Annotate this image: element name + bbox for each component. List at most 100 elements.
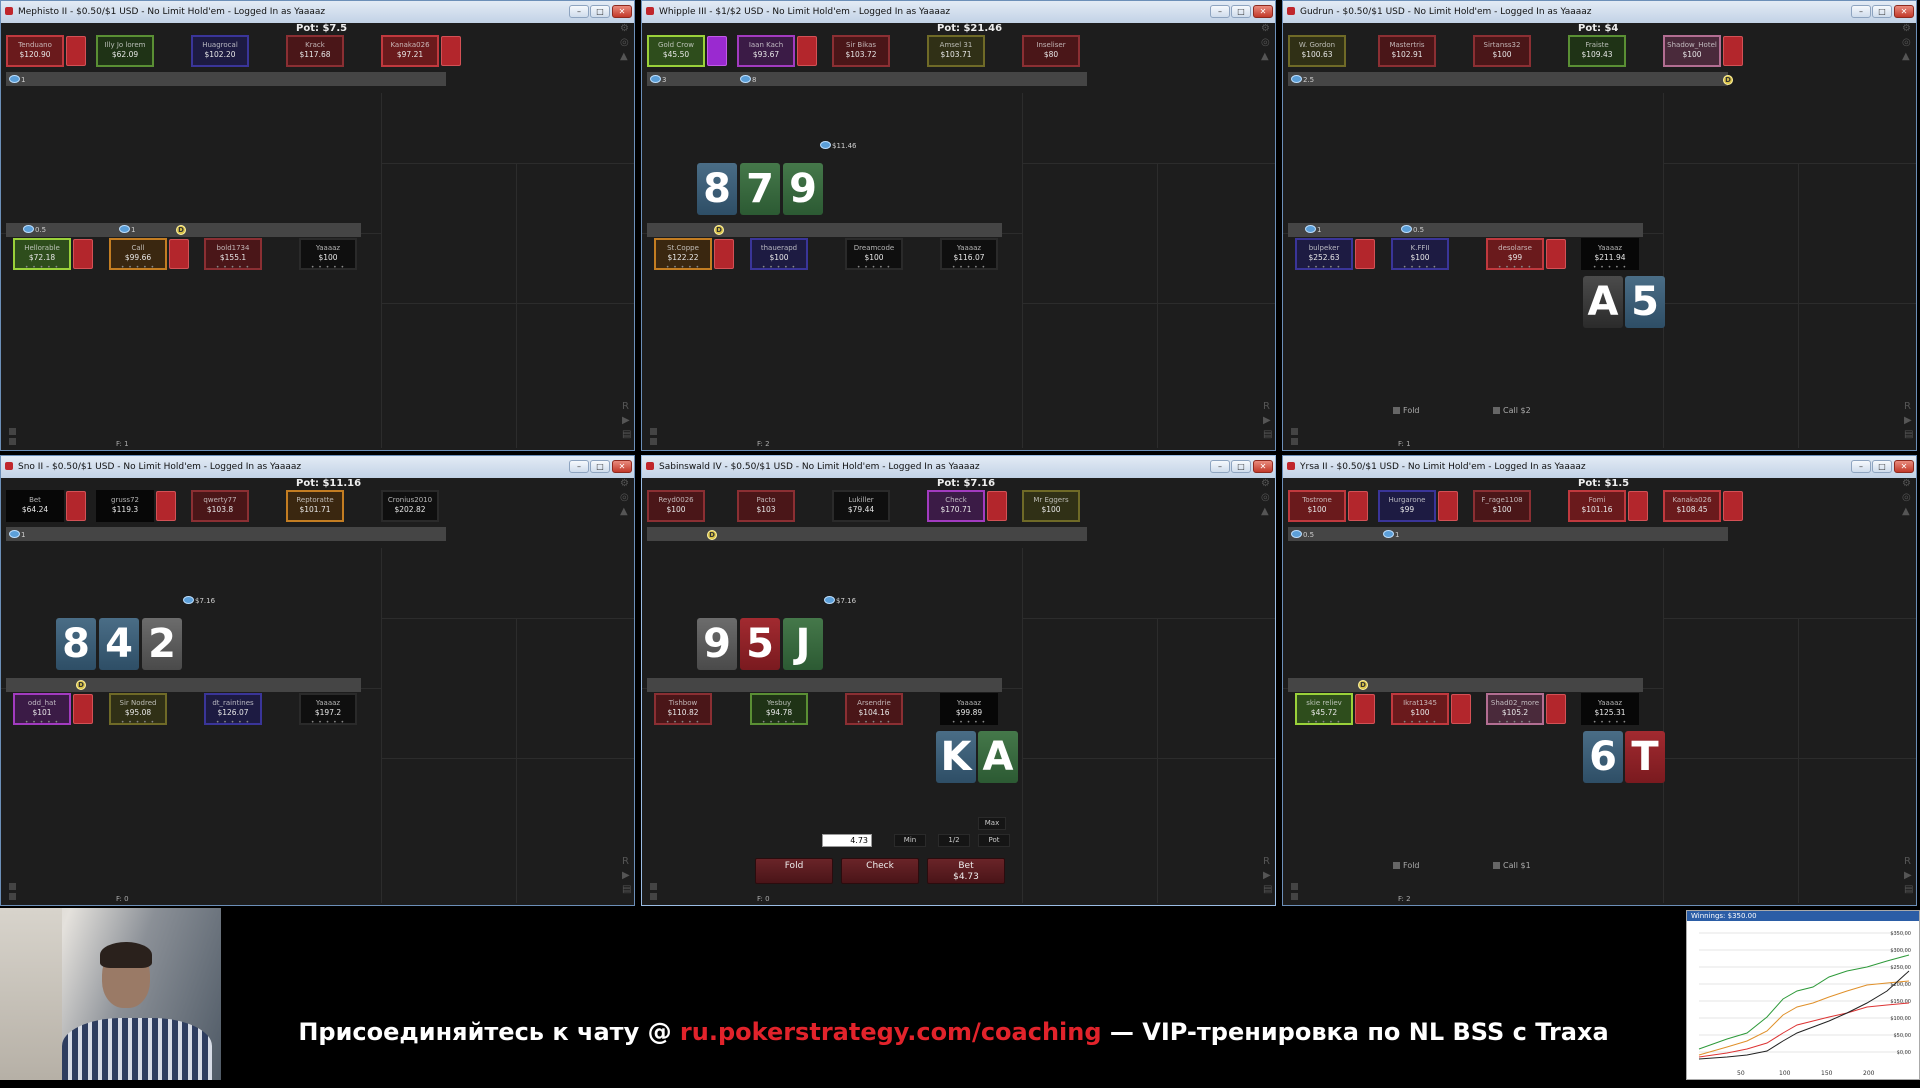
- poker-table-window-4[interactable]: Sno II - $0.50/$1 USD - No Limit Hold'em…: [0, 455, 635, 906]
- play-icon[interactable]: ▶: [1904, 415, 1912, 426]
- poker-table-window-2[interactable]: Whipple III - $1/$2 USD - No Limit Hold'…: [641, 0, 1276, 451]
- action-button-bet[interactable]: Bet $4.73: [927, 858, 1005, 884]
- player-seat[interactable]: Hurgarone $99: [1378, 490, 1436, 522]
- window-title-bar[interactable]: Whipple III - $1/$2 USD - No Limit Hold'…: [642, 1, 1275, 23]
- maximize-button[interactable]: □: [590, 460, 610, 473]
- player-seat[interactable]: Amsel 31 $103.71: [927, 35, 985, 67]
- player-seat[interactable]: Inseliser $80: [1022, 35, 1080, 67]
- pre-action-checkbox[interactable]: Fold: [1393, 861, 1420, 870]
- hud-stats-box[interactable]: [797, 36, 817, 66]
- player-seat[interactable]: K.FFII $100 • • • • •: [1391, 238, 1449, 270]
- bet-amount-input[interactable]: 4.73: [822, 834, 872, 847]
- player-seat[interactable]: Ikrat1345 $100 • • • • •: [1391, 693, 1449, 725]
- hud-stats-box[interactable]: [714, 239, 734, 269]
- left-tool-square[interactable]: [650, 883, 657, 890]
- left-tool-square[interactable]: [1291, 428, 1298, 435]
- hud-stats-box[interactable]: [1723, 36, 1743, 66]
- minimize-button[interactable]: –: [1851, 460, 1871, 473]
- chat-icon[interactable]: ▤: [1263, 884, 1272, 895]
- chat-icon[interactable]: ▤: [1904, 429, 1913, 440]
- maximize-button[interactable]: □: [590, 5, 610, 18]
- poker-table-window-3[interactable]: Gudrun - $0.50/$1 USD - No Limit Hold'em…: [1282, 0, 1917, 451]
- bet-size-button-1-2[interactable]: 1/2: [938, 834, 970, 847]
- player-seat[interactable]: Pacto $103: [737, 490, 795, 522]
- player-seat[interactable]: Arsendrie $104.16 • • • • •: [845, 693, 903, 725]
- hud-stats-box[interactable]: [169, 239, 189, 269]
- action-button-check[interactable]: Check: [841, 858, 919, 884]
- checkbox-square[interactable]: [1493, 862, 1500, 869]
- player-seat[interactable]: Iaan Kach $93.67: [737, 35, 795, 67]
- settings-gear-icon[interactable]: ⚙: [1902, 478, 1911, 489]
- history-icon[interactable]: ◎: [1261, 492, 1270, 503]
- player-seat[interactable]: Cronius2010 $202.82: [381, 490, 439, 522]
- hud-stats-box[interactable]: [1355, 239, 1375, 269]
- player-seat[interactable]: Yaaaaz $211.94 • • • • •: [1581, 238, 1639, 270]
- player-seat[interactable]: Kanaka026 $97.21: [381, 35, 439, 67]
- window-title-bar[interactable]: Mephisto II - $0.50/$1 USD - No Limit Ho…: [1, 1, 634, 23]
- player-seat[interactable]: Sir Bikas $103.72: [832, 35, 890, 67]
- maximize-button[interactable]: □: [1231, 460, 1251, 473]
- minimize-button[interactable]: –: [1210, 460, 1230, 473]
- player-seat[interactable]: Sirtanss32 $100: [1473, 35, 1531, 67]
- lobby-arrow-icon[interactable]: ▲: [1261, 506, 1269, 517]
- hud-stats-box[interactable]: [73, 694, 93, 724]
- player-seat[interactable]: qwerty77 $103.8: [191, 490, 249, 522]
- player-seat[interactable]: Kanaka026 $108.45: [1663, 490, 1721, 522]
- left-tool-square[interactable]: [9, 438, 16, 445]
- hud-stats-box[interactable]: [66, 491, 86, 521]
- hud-stats-box[interactable]: [1723, 491, 1743, 521]
- player-seat[interactable]: Call $99.66 • • • • •: [109, 238, 167, 270]
- settings-gear-icon[interactable]: ⚙: [1261, 23, 1270, 34]
- player-seat[interactable]: Yaaaaz $99.89 • • • • •: [940, 693, 998, 725]
- banner-link[interactable]: ru.pokerstrategy.com/coaching: [680, 1018, 1102, 1046]
- player-seat[interactable]: Tenduano $120.90: [6, 35, 64, 67]
- close-button[interactable]: ✕: [1894, 460, 1914, 473]
- player-seat[interactable]: Shadow_Hotel $100: [1663, 35, 1721, 67]
- player-seat[interactable]: Lukiller $79.44: [832, 490, 890, 522]
- chat-icon[interactable]: ▤: [1904, 884, 1913, 895]
- player-seat[interactable]: Illy Jo lorem $62.09: [96, 35, 154, 67]
- hud-stats-box[interactable]: [66, 36, 86, 66]
- player-seat[interactable]: Reptoratte $101.71: [286, 490, 344, 522]
- hud-stats-box[interactable]: [1438, 491, 1458, 521]
- player-seat[interactable]: F_rage1108 $100: [1473, 490, 1531, 522]
- window-title-bar[interactable]: Gudrun - $0.50/$1 USD - No Limit Hold'em…: [1283, 1, 1916, 23]
- left-tool-square[interactable]: [9, 883, 16, 890]
- replay-icon[interactable]: R: [1904, 401, 1911, 412]
- player-seat[interactable]: Sir Nodred $95.08 • • • • •: [109, 693, 167, 725]
- player-seat[interactable]: Tostrone $100: [1288, 490, 1346, 522]
- checkbox-square[interactable]: [1393, 862, 1400, 869]
- player-seat[interactable]: Tishbow $110.82 • • • • •: [654, 693, 712, 725]
- window-title-bar[interactable]: Yrsa II - $0.50/$1 USD - No Limit Hold'e…: [1283, 456, 1916, 478]
- player-seat[interactable]: Yaaaaz $100 • • • • •: [299, 238, 357, 270]
- hud-stats-box[interactable]: [1628, 491, 1648, 521]
- hud-stats-box[interactable]: [1546, 694, 1566, 724]
- history-icon[interactable]: ◎: [620, 492, 629, 503]
- player-seat[interactable]: Bet $64.24: [6, 490, 64, 522]
- hud-stats-box[interactable]: [707, 36, 727, 66]
- close-button[interactable]: ✕: [1253, 5, 1273, 18]
- history-icon[interactable]: ◎: [1261, 37, 1270, 48]
- play-icon[interactable]: ▶: [1904, 870, 1912, 881]
- hud-stats-box[interactable]: [1546, 239, 1566, 269]
- hud-stats-box[interactable]: [156, 491, 176, 521]
- left-tool-square[interactable]: [9, 428, 16, 435]
- settings-gear-icon[interactable]: ⚙: [1902, 23, 1911, 34]
- close-button[interactable]: ✕: [1253, 460, 1273, 473]
- player-seat[interactable]: dt_raintines $126.07 • • • • •: [204, 693, 262, 725]
- history-icon[interactable]: ◎: [620, 37, 629, 48]
- player-seat[interactable]: Fomi $101.16: [1568, 490, 1626, 522]
- player-seat[interactable]: Krack $117.68: [286, 35, 344, 67]
- lobby-arrow-icon[interactable]: ▲: [1261, 51, 1269, 62]
- replay-icon[interactable]: R: [622, 401, 629, 412]
- play-icon[interactable]: ▶: [622, 415, 630, 426]
- lobby-arrow-icon[interactable]: ▲: [1902, 506, 1910, 517]
- player-seat[interactable]: Yesbuy $94.78 • • • • •: [750, 693, 808, 725]
- hud-stats-box[interactable]: [1451, 694, 1471, 724]
- player-seat[interactable]: gruss72 $119.3: [96, 490, 154, 522]
- bet-size-button-pot[interactable]: Pot: [978, 834, 1010, 847]
- history-icon[interactable]: ◎: [1902, 492, 1911, 503]
- player-seat[interactable]: St.Coppe $122.22 • • • • •: [654, 238, 712, 270]
- maximize-button[interactable]: □: [1872, 5, 1892, 18]
- window-title-bar[interactable]: Sabinswald IV - $0.50/$1 USD - No Limit …: [642, 456, 1275, 478]
